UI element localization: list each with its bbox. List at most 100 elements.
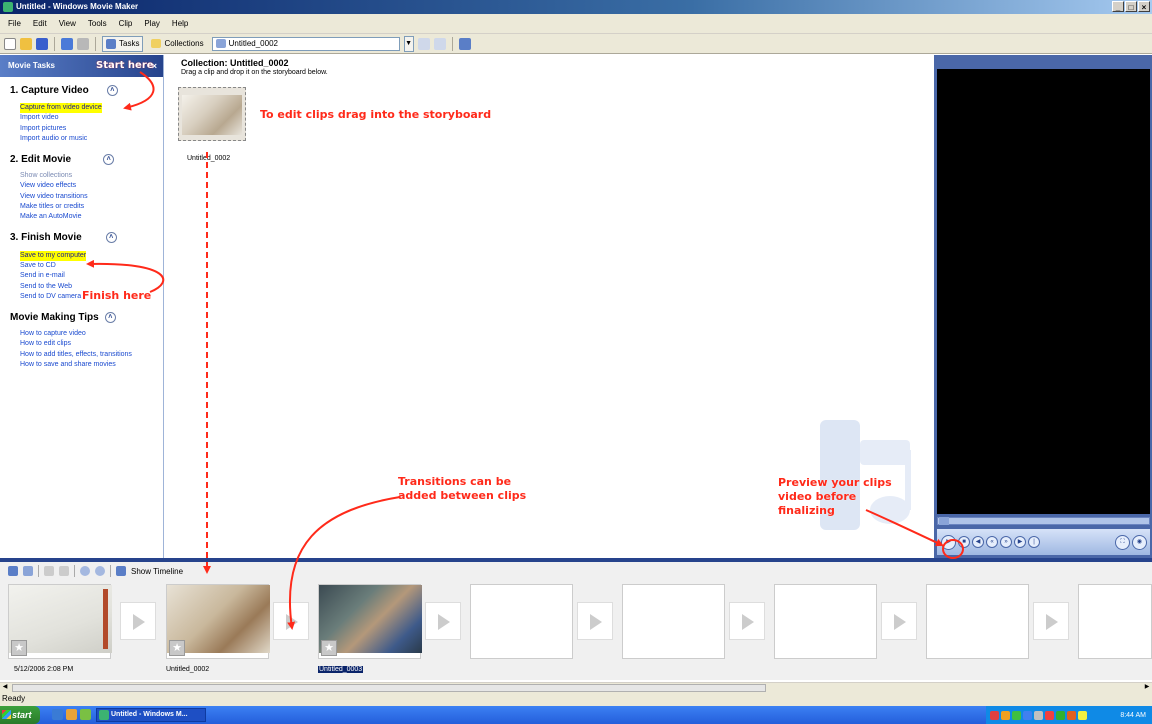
tray-icon[interactable] — [1067, 710, 1076, 720]
transition-slot[interactable] — [729, 602, 765, 640]
storyboard-frame-empty[interactable] — [1078, 584, 1152, 659]
frame-label-selected[interactable]: Untitled_0003 — [318, 666, 364, 673]
tray-icon[interactable] — [1034, 710, 1043, 720]
save-project-icon[interactable] — [36, 37, 48, 50]
start-button[interactable]: start — [0, 706, 40, 724]
capture-from-video-device-link[interactable]: Capture from video device — [20, 103, 102, 114]
rewind-button[interactable]: « — [986, 536, 998, 548]
show-collections-link[interactable]: Show collections — [20, 171, 163, 181]
send-in-email-link[interactable]: Send in e-mail — [20, 271, 163, 281]
narrate-timeline-icon[interactable] — [23, 566, 33, 576]
internet-explorer-icon[interactable] — [52, 709, 63, 720]
open-project-icon[interactable] — [20, 37, 32, 50]
capture-video-heading[interactable]: 1. Capture Video ˄ — [10, 79, 163, 101]
rewind-storyboard-icon[interactable] — [80, 566, 90, 576]
view-video-effects-link[interactable]: View video effects — [20, 181, 163, 191]
tray-icon[interactable] — [1001, 710, 1010, 720]
show-desktop-icon[interactable] — [80, 709, 91, 720]
clip-label[interactable]: Untitled_0002 — [187, 155, 230, 162]
fast-forward-button[interactable]: » — [1000, 536, 1012, 548]
collection-dropdown[interactable]: Untitled_0002 — [211, 36, 400, 51]
storyboard-frame[interactable]: ★ — [8, 584, 112, 659]
video-effect-star-icon[interactable]: ★ — [321, 640, 337, 656]
tasks-button[interactable]: Tasks — [102, 35, 144, 52]
import-audio-link[interactable]: Import audio or music — [20, 134, 163, 144]
tray-icon[interactable] — [1012, 710, 1021, 720]
next-frame-button[interactable]: ▶ — [1014, 536, 1026, 548]
make-titles-link[interactable]: Make titles or credits — [20, 202, 163, 212]
view-video-transitions-link[interactable]: View video transitions — [20, 192, 163, 202]
new-collection-icon[interactable] — [433, 37, 446, 50]
collapse-chevron-icon[interactable]: ˄ — [104, 311, 116, 323]
tray-icon[interactable] — [990, 710, 999, 720]
save-to-cd-link[interactable]: Save to CD — [20, 261, 163, 271]
menu-clip[interactable]: Clip — [119, 19, 133, 28]
split-button[interactable]: | — [1028, 536, 1040, 548]
storyboard-frame-empty[interactable] — [774, 584, 877, 659]
tray-icon[interactable] — [1078, 710, 1087, 720]
views-icon[interactable] — [458, 37, 471, 50]
scrollbar-thumb[interactable] — [12, 684, 766, 692]
zoom-out-icon[interactable] — [59, 566, 69, 576]
menu-tools[interactable]: Tools — [88, 19, 107, 28]
firefox-icon[interactable] — [66, 709, 77, 720]
play-storyboard-icon[interactable] — [95, 566, 105, 576]
edit-movie-heading[interactable]: 2. Edit Movie ˄ — [10, 148, 163, 170]
transition-slot[interactable] — [577, 602, 613, 640]
undo-icon[interactable] — [61, 37, 73, 50]
collapse-chevron-icon[interactable]: ˄ — [106, 84, 118, 96]
movie-making-tips-heading[interactable]: Movie Making Tips ˄ — [10, 306, 163, 328]
menu-edit[interactable]: Edit — [33, 19, 47, 28]
tray-icon[interactable] — [1056, 710, 1065, 720]
seek-thumb[interactable] — [939, 517, 949, 525]
menu-view[interactable]: View — [59, 19, 76, 28]
stop-button[interactable]: ■ — [958, 536, 970, 548]
storyboard-frame-empty[interactable] — [622, 584, 725, 659]
take-picture-button[interactable]: ◉ — [1132, 534, 1147, 550]
full-screen-button[interactable]: ⛶ — [1115, 534, 1130, 550]
timeline-icon[interactable] — [116, 566, 126, 576]
redo-icon[interactable] — [77, 37, 89, 50]
video-effect-star-icon[interactable]: ★ — [11, 640, 27, 656]
storyboard-frame-empty[interactable] — [926, 584, 1029, 659]
transition-slot[interactable] — [425, 602, 461, 640]
make-automovie-link[interactable]: Make an AutoMovie — [20, 212, 163, 222]
save-to-my-computer-link[interactable]: Save to my computer — [20, 250, 87, 261]
how-to-save-share-link[interactable]: How to save and share movies — [20, 360, 163, 370]
seek-bar[interactable] — [937, 517, 1150, 525]
collapse-chevron-icon[interactable]: ˄ — [103, 153, 115, 165]
video-effect-star-icon[interactable]: ★ — [169, 640, 185, 656]
storyboard-frame-empty[interactable] — [470, 584, 573, 659]
finish-movie-heading[interactable]: 3. Finish Movie ˄ — [10, 227, 163, 249]
import-video-link[interactable]: Import video — [20, 113, 163, 123]
transition-slot[interactable] — [1033, 602, 1069, 640]
how-to-edit-clips-link[interactable]: How to edit clips — [20, 339, 163, 349]
zoom-in-icon[interactable] — [44, 566, 54, 576]
import-pictures-link[interactable]: Import pictures — [20, 124, 163, 134]
show-timeline-button[interactable]: Show Timeline — [131, 567, 183, 576]
transition-slot[interactable] — [120, 602, 156, 640]
menu-play[interactable]: Play — [144, 19, 160, 28]
up-one-level-icon[interactable] — [417, 37, 430, 50]
storyboard-frame[interactable]: ★ — [166, 584, 270, 659]
how-to-capture-video-link[interactable]: How to capture video — [20, 329, 163, 339]
clip-thumbnail[interactable] — [178, 87, 246, 141]
storyboard-frame[interactable]: ★ — [318, 584, 422, 659]
new-project-icon[interactable] — [4, 37, 16, 50]
taskbar-movie-maker-button[interactable]: Untitled - Windows M... — [96, 708, 206, 722]
minimize-button[interactable]: _ — [1112, 1, 1124, 12]
how-to-add-titles-link[interactable]: How to add titles, effects, transitions — [20, 350, 163, 360]
tray-icon[interactable] — [1023, 710, 1032, 720]
storyboard-scrollbar[interactable]: ◀ ▶ — [0, 682, 1152, 692]
previous-frame-button[interactable]: ◀ — [972, 536, 984, 548]
maximize-button[interactable]: □ — [1125, 1, 1137, 12]
menu-file[interactable]: File — [8, 19, 21, 28]
set-audio-levels-icon[interactable] — [8, 566, 18, 576]
collapse-chevron-icon[interactable]: ˄ — [105, 232, 117, 244]
tray-icon[interactable] — [1045, 710, 1054, 720]
transition-slot[interactable] — [273, 602, 309, 640]
menu-help[interactable]: Help — [172, 19, 188, 28]
transition-slot[interactable] — [881, 602, 917, 640]
play-button[interactable]: ▶ — [941, 534, 956, 550]
close-button[interactable]: × — [1138, 1, 1150, 12]
